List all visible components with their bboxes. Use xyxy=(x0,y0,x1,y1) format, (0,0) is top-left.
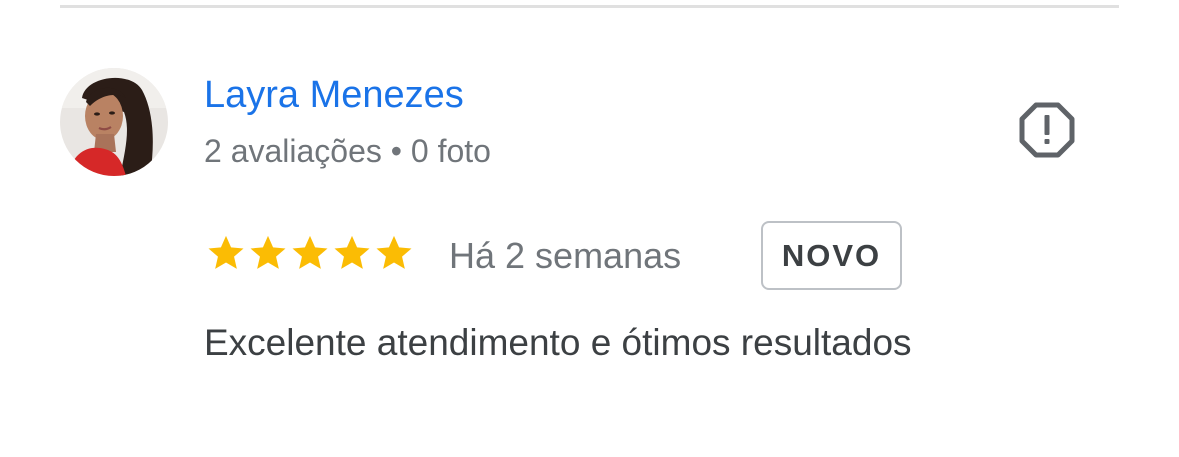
new-badge: NOVO xyxy=(761,221,902,290)
review-time: Há 2 semanas xyxy=(449,235,682,276)
avatar[interactable] xyxy=(60,68,168,176)
star-icon xyxy=(376,235,412,269)
star-icon xyxy=(334,235,370,269)
star-icon xyxy=(250,235,286,269)
report-octagon-icon xyxy=(1019,102,1075,158)
review-card: Layra Menezes 2 avaliações • 0 foto Há 2… xyxy=(0,0,1179,457)
star-icon xyxy=(292,235,328,269)
star-icon xyxy=(208,235,244,269)
author-name-link[interactable]: Layra Menezes xyxy=(204,72,464,118)
report-button[interactable] xyxy=(1014,97,1080,163)
avatar-photo xyxy=(60,68,168,176)
author-meta: 2 avaliações • 0 foto xyxy=(204,133,491,169)
divider xyxy=(60,5,1119,8)
star-rating xyxy=(205,232,415,274)
review-text: Excelente atendimento e ótimos resultado… xyxy=(204,322,912,363)
